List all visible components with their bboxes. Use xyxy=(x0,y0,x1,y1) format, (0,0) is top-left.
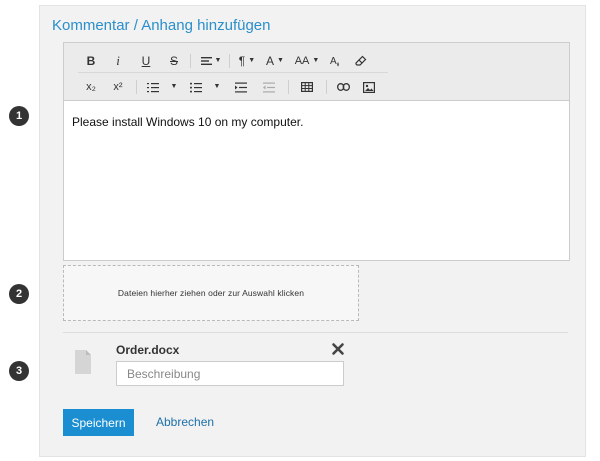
step-marker-3: 3 xyxy=(9,361,29,381)
image-button[interactable] xyxy=(360,76,378,98)
align-icon xyxy=(200,57,212,65)
table-button[interactable] xyxy=(298,76,316,98)
outdent-button[interactable] xyxy=(260,76,278,98)
step-marker-2: 2 xyxy=(9,284,29,304)
font-family-icon: A xyxy=(266,54,275,68)
indent-button[interactable] xyxy=(232,76,250,98)
chevron-down-icon: ▼ xyxy=(214,57,222,64)
chevron-down-icon: ▼ xyxy=(248,57,256,64)
rich-text-editor: B i U S ▼ ¶ ▼ A ▼ AA ▼ A x₂ x² ▼ ▼ Pleas… xyxy=(63,42,570,261)
underline-button[interactable]: U xyxy=(137,50,155,72)
eraser-icon xyxy=(355,55,367,66)
text-color-icon: A xyxy=(330,56,339,67)
text-color-button[interactable]: A xyxy=(326,50,344,72)
italic-button[interactable]: i xyxy=(109,50,127,72)
editor-toolbar: B i U S ▼ ¶ ▼ A ▼ AA ▼ A x₂ x² ▼ ▼ xyxy=(64,43,569,101)
unordered-list-icon xyxy=(189,82,202,93)
chevron-down-icon: ▼ xyxy=(277,57,284,64)
toolbar-separator xyxy=(326,80,327,94)
panel-title: Kommentar / Anhang hinzufügen xyxy=(52,17,271,34)
toolbar-separator xyxy=(136,80,137,94)
comment-attachment-page: 1 2 3 Kommentar / Anhang hinzufügen B i … xyxy=(0,0,600,461)
subscript-button[interactable]: x₂ xyxy=(82,76,100,98)
font-family-dropdown[interactable]: A ▼ xyxy=(262,50,288,72)
strikethrough-button[interactable]: S xyxy=(165,50,183,72)
cancel-link[interactable]: Abbrechen xyxy=(156,409,214,436)
step-marker-1: 1 xyxy=(9,106,29,126)
attachment-description-input[interactable] xyxy=(116,361,344,386)
svg-text:A: A xyxy=(330,56,337,67)
font-size-icon: AA xyxy=(294,55,310,67)
font-size-dropdown[interactable]: AA ▼ xyxy=(292,50,322,72)
file-dropzone[interactable]: Dateien hierher ziehen oder zur Auswahl … xyxy=(63,265,359,321)
chevron-down-icon: ▼ xyxy=(170,83,178,90)
save-button[interactable]: Speichern xyxy=(63,409,134,436)
attachment-file-name: Order.docx xyxy=(116,343,180,357)
bold-button[interactable]: B xyxy=(82,50,100,72)
image-icon xyxy=(363,81,375,93)
indent-icon xyxy=(235,82,247,92)
dropzone-label: Dateien hierher ziehen oder zur Auswahl … xyxy=(117,288,305,298)
toolbar-separator xyxy=(229,54,230,68)
ordered-list-icon xyxy=(146,82,159,92)
unordered-list-dropdown[interactable]: ▼ xyxy=(185,76,225,98)
link-button[interactable] xyxy=(334,76,352,98)
superscript-button[interactable]: x² xyxy=(109,76,127,98)
toolbar-separator xyxy=(288,80,289,94)
ordered-list-dropdown[interactable]: ▼ xyxy=(142,76,182,98)
document-icon xyxy=(75,350,91,374)
paragraph-icon: ¶ xyxy=(238,54,246,68)
outdent-icon xyxy=(263,82,275,92)
toolbar-row-divider xyxy=(78,72,388,73)
table-icon xyxy=(301,82,313,92)
link-icon xyxy=(336,83,350,91)
paragraph-dropdown[interactable]: ¶ ▼ xyxy=(234,50,260,72)
chevron-down-icon: ▼ xyxy=(213,83,221,90)
chevron-down-icon: ▼ xyxy=(312,57,320,64)
editor-content[interactable]: Please install Windows 10 on my computer… xyxy=(64,102,569,260)
remove-attachment-button[interactable] xyxy=(331,342,345,356)
align-dropdown[interactable]: ▼ xyxy=(197,50,225,72)
section-divider xyxy=(63,332,568,333)
clear-format-button[interactable] xyxy=(352,50,370,72)
toolbar-separator xyxy=(190,54,191,68)
close-icon xyxy=(332,343,344,355)
